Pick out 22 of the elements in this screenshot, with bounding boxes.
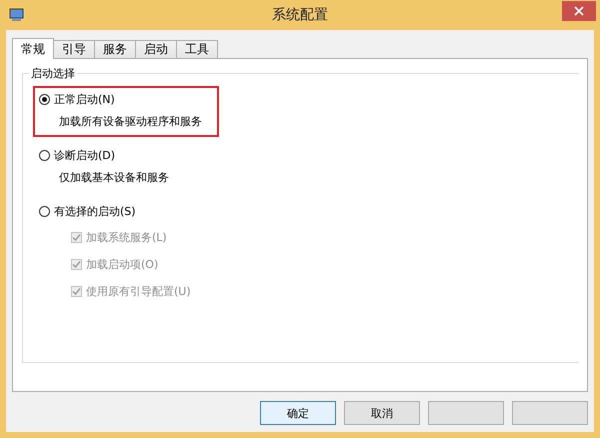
radio-label[interactable]: 正常启动(N) [54,92,115,107]
option-description: 仅加载基本设备和服务 [59,170,170,185]
radio-button[interactable] [39,94,50,105]
radio-label[interactable]: 诊断启动(D) [54,148,116,163]
tab[interactable]: 服务 [94,40,136,58]
tab[interactable]: 启动 [135,40,177,58]
option-description: 加载所有设备驱动程序和服务 [59,114,203,129]
window-title: 系统配置 [272,7,328,23]
radio-label[interactable]: 有选择的启动(S) [54,204,136,219]
group-title: 启动选择 [29,66,77,81]
radio-button[interactable] [39,150,50,161]
close-icon [574,6,584,16]
dialog-button[interactable] [428,401,504,425]
monitor-icon [9,7,25,23]
tab[interactable]: 引导 [53,40,95,58]
radio-button[interactable] [39,206,50,217]
tab[interactable]: 常规 [12,38,54,59]
tab[interactable]: 工具 [176,40,218,58]
dialog-button[interactable]: 确定 [260,401,336,425]
dialog-button[interactable]: 取消 [344,401,420,425]
close-button[interactable] [562,0,596,20]
dialog-button[interactable] [512,401,588,425]
